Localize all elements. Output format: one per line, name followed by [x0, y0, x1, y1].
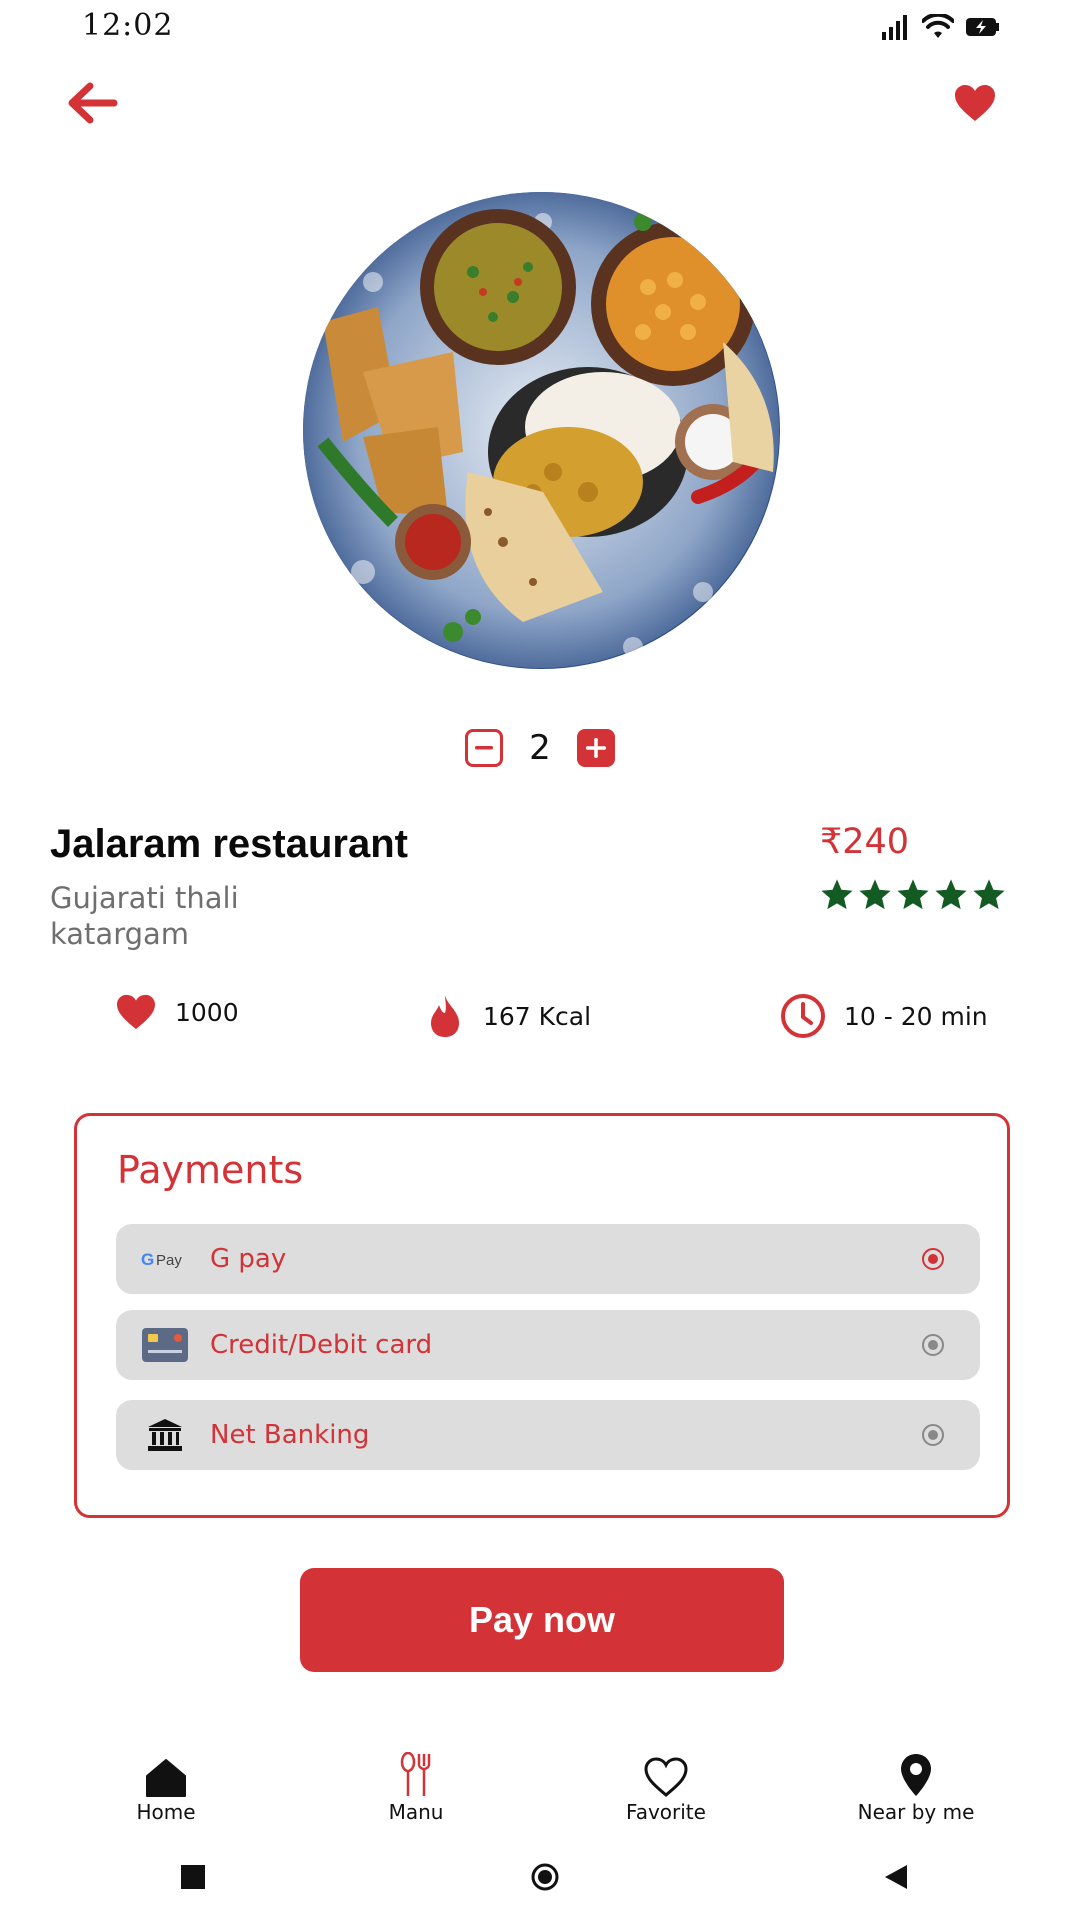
nav-label: Manu	[388, 1800, 444, 1824]
heart-filled-icon	[117, 994, 155, 1030]
restaurant-name: Jalaram restaurant	[50, 822, 408, 866]
signal-icon	[882, 15, 907, 40]
payment-option-netbanking[interactable]: Net Banking	[116, 1400, 980, 1470]
star-icon	[859, 879, 891, 910]
square-icon	[181, 1865, 205, 1889]
location: katargam	[50, 917, 190, 951]
nav-home[interactable]: Home	[86, 1748, 246, 1824]
calories-stat: 167 Kcal	[425, 993, 591, 1039]
payment-option-gpay[interactable]: G Pay G pay	[116, 1224, 980, 1294]
radio-unselected[interactable]	[922, 1334, 944, 1356]
star-icon	[973, 879, 1005, 910]
bank-icon	[140, 1415, 190, 1455]
gpay-icon: G Pay	[140, 1239, 190, 1279]
svg-text:G: G	[141, 1250, 154, 1269]
calories-value: 167 Kcal	[483, 1001, 592, 1031]
star-icon	[935, 879, 967, 910]
circle-icon	[531, 1863, 559, 1891]
rating-stars	[820, 878, 1006, 912]
plus-icon	[586, 738, 606, 758]
payment-option-label: Net Banking	[210, 1420, 370, 1450]
clock-icon	[781, 994, 825, 1038]
payments-title: Payments	[117, 1148, 304, 1192]
back-system-button[interactable]	[870, 1862, 920, 1892]
status-icons	[882, 10, 1000, 44]
heart-filled-icon	[955, 85, 995, 121]
minus-icon	[475, 746, 493, 750]
food-image	[303, 192, 780, 669]
payment-option-label: G pay	[210, 1244, 287, 1274]
battery-charging-icon	[966, 18, 999, 36]
arrow-left-icon	[68, 82, 118, 124]
nav-label: Home	[136, 1800, 196, 1824]
flame-icon	[431, 995, 459, 1037]
radio-unselected[interactable]	[922, 1424, 944, 1446]
location-pin-icon	[901, 1754, 931, 1796]
likes-stat: 1000	[115, 993, 239, 1031]
decrease-quantity-button[interactable]	[465, 729, 503, 767]
quantity-stepper: 2	[0, 728, 1080, 768]
home-icon	[146, 1759, 186, 1797]
back-button[interactable]	[62, 78, 122, 128]
star-icon	[897, 879, 929, 910]
quantity-value: 2	[529, 728, 551, 768]
gpay-icon-text: Pay	[156, 1252, 182, 1269]
home-system-button[interactable]	[520, 1862, 570, 1892]
credit-card-icon	[140, 1325, 190, 1365]
fork-spoon-icon	[400, 1752, 431, 1796]
price: ₹240	[820, 822, 910, 862]
dish-name: Gujarati thali	[50, 881, 239, 915]
payments-card: Payments G Pay G pay Credit/Debit card N…	[74, 1113, 1010, 1518]
triangle-back-icon	[885, 1865, 907, 1889]
status-time: 12:02	[82, 8, 174, 43]
nav-near-by-me[interactable]: Near by me	[836, 1748, 996, 1824]
wifi-icon	[922, 14, 954, 38]
payment-option-label: Credit/Debit card	[210, 1330, 433, 1360]
radio-selected[interactable]	[922, 1248, 944, 1270]
pay-now-button[interactable]: Pay now	[300, 1568, 784, 1672]
favorite-button[interactable]	[945, 78, 1005, 128]
recents-button[interactable]	[168, 1862, 218, 1892]
time-value: 10 - 20 min	[844, 1001, 988, 1031]
nav-label: Near by me	[857, 1800, 975, 1824]
restaurant-details: Gujarati thali katargam	[50, 880, 239, 952]
increase-quantity-button[interactable]	[577, 729, 615, 767]
likes-count: 1000	[175, 997, 239, 1027]
payment-option-card[interactable]: Credit/Debit card	[116, 1310, 980, 1380]
nav-menu[interactable]: Manu	[336, 1748, 496, 1824]
heart-outline-icon	[644, 1757, 688, 1797]
star-icon	[821, 879, 853, 910]
nav-favorite[interactable]: Favorite	[586, 1748, 746, 1824]
nav-label: Favorite	[626, 1800, 706, 1824]
time-stat: 10 - 20 min	[780, 993, 988, 1039]
